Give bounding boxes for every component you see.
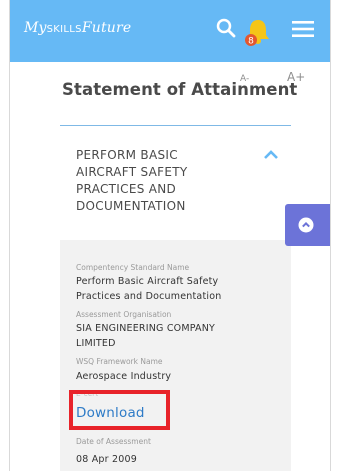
organisation-value: SIA ENGINEERING COMPANY LIMITED [76, 323, 216, 349]
chevron-up-icon[interactable] [263, 150, 279, 160]
competency-label: Compentency Standard Name [76, 263, 190, 272]
logo-suffix: Future [81, 20, 132, 36]
top-bar: MySKILLSFuture 8 [10, 0, 330, 62]
date-label: Date of Assessment [76, 437, 151, 446]
organisation-label: Assessment Organisation [76, 310, 172, 319]
side-tab-button[interactable] [285, 204, 330, 246]
chevron-up-circle-icon [298, 217, 314, 233]
title-divider [60, 125, 291, 126]
framework-label: WSQ Framework Name [76, 357, 163, 366]
framework-value: Aerospace Industry [76, 371, 172, 382]
search-icon[interactable] [216, 18, 236, 38]
download-highlight-box [69, 390, 170, 430]
competency-value: Perform Basic Aircraft Safety Practices … [76, 276, 222, 302]
page-title: Statement of Attainment [62, 80, 298, 99]
section-title[interactable]: PERFORM BASIC AIRCRAFT SAFETY PRACTICES … [76, 147, 226, 215]
logo-prefix: My [24, 20, 47, 36]
logo-caps: SKILLS [46, 24, 82, 35]
hamburger-menu-icon[interactable] [292, 20, 314, 38]
bell-icon[interactable]: 8 [242, 14, 274, 48]
date-value: 08 Apr 2009 [76, 454, 137, 465]
app-frame: MySKILLSFuture 8 A- A+ Statement of Atta… [9, 0, 331, 471]
myskillsfuture-logo[interactable]: MySKILLSFuture [24, 20, 131, 36]
notification-count: 8 [248, 37, 254, 47]
